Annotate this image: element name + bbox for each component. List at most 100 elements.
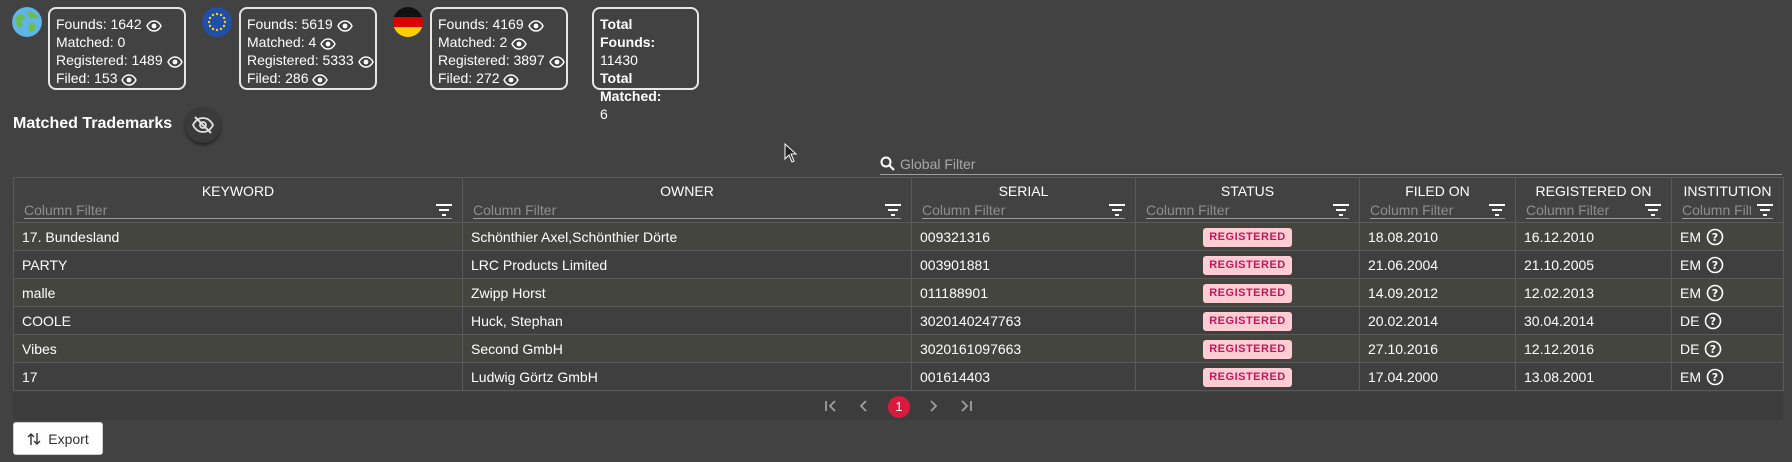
stat-card-de: Founds: 4169 Matched: 2 Registered: 3897… <box>430 7 568 90</box>
stat-card-world: Founds: 1642 Matched: 0 Registered: 1489… <box>48 7 186 90</box>
cell-serial-link[interactable]: 001614403 <box>911 362 1136 391</box>
filter-icon[interactable] <box>1333 203 1349 216</box>
stat-registered: Registered: 1489 <box>56 52 163 68</box>
mouse-cursor-icon <box>784 143 798 163</box>
cell-filed-on: 21.06.2004 <box>1359 250 1516 279</box>
global-filter <box>880 154 1782 175</box>
eye-icon[interactable] <box>312 72 329 86</box>
total-matched-label: Total Matched: <box>600 70 662 104</box>
table-row[interactable]: 17 Ludwig Görtz GmbH 001614403 REGISTERE… <box>13 362 1784 391</box>
trademarks-table: KEYWORD OWNER SERIAL STATUS FILED ON REG… <box>13 177 1784 391</box>
eye-icon[interactable] <box>548 54 565 68</box>
last-page-button[interactable] <box>959 399 973 415</box>
cell-registered-on: 30.04.2014 <box>1515 306 1672 335</box>
status-badge: REGISTERED <box>1203 339 1292 359</box>
eye-icon[interactable] <box>320 36 337 50</box>
cell-keyword: 17. Bundesland <box>13 222 463 251</box>
eye-icon[interactable] <box>121 72 138 86</box>
help-icon[interactable]: ? <box>1704 340 1722 358</box>
sort-arrows-icon <box>27 432 41 445</box>
cell-filed-on: 17.04.2000 <box>1359 362 1516 391</box>
help-icon[interactable]: ? <box>1706 368 1724 386</box>
filter-icon[interactable] <box>1645 203 1661 216</box>
eye-icon[interactable] <box>166 54 183 68</box>
svg-text:?: ? <box>1710 315 1716 328</box>
help-icon[interactable]: ? <box>1706 228 1724 246</box>
column-header-serial[interactable]: SERIAL <box>911 177 1136 223</box>
first-page-button[interactable] <box>824 399 838 415</box>
column-header-institution[interactable]: INSTITUTION <box>1671 177 1784 223</box>
table-row[interactable]: 17. Bundesland Schönthier Axel,Schönthie… <box>13 222 1784 251</box>
status-column-filter-input[interactable] <box>1146 201 1327 218</box>
eu-flag-icon <box>202 7 232 37</box>
export-label: Export <box>48 430 89 447</box>
cell-owner: Second GmbH <box>462 334 912 363</box>
column-header-status[interactable]: STATUS <box>1135 177 1360 223</box>
column-label: REGISTERED ON <box>1535 183 1652 199</box>
filter-icon[interactable] <box>436 203 452 216</box>
cell-filed-on: 20.02.2014 <box>1359 306 1516 335</box>
keyword-column-filter-input[interactable] <box>24 201 430 218</box>
cell-owner: Schönthier Axel,Schönthier Dörte <box>462 222 912 251</box>
cell-registered-on: 12.12.2016 <box>1515 334 1672 363</box>
eye-icon[interactable] <box>527 18 544 32</box>
eye-icon[interactable] <box>336 18 353 32</box>
global-filter-input[interactable] <box>880 156 1750 172</box>
chevron-right-icon <box>930 400 938 412</box>
help-icon[interactable]: ? <box>1706 256 1724 274</box>
cell-institution: EM <box>1680 368 1701 385</box>
eye-icon[interactable] <box>511 36 528 50</box>
cell-keyword: Vibes <box>13 334 463 363</box>
total-matched-value: 6 <box>600 106 608 122</box>
column-header-registered-on[interactable]: REGISTERED ON <box>1515 177 1672 223</box>
eye-icon[interactable] <box>357 54 374 68</box>
institution-column-filter-input[interactable] <box>1682 201 1751 218</box>
filter-icon[interactable] <box>1489 203 1505 216</box>
cell-keyword: malle <box>13 278 463 307</box>
cell-institution: EM <box>1680 256 1701 273</box>
stat-matched: Matched: 4 <box>247 34 317 50</box>
cell-serial-link[interactable]: 009321316 <box>911 222 1136 251</box>
filter-icon[interactable] <box>1109 203 1125 216</box>
cell-serial-link[interactable]: 3020140247763 <box>911 306 1136 335</box>
paginator: 1 <box>13 392 1783 420</box>
table-row[interactable]: malle Zwipp Horst 011188901 REGISTERED 1… <box>13 278 1784 307</box>
help-icon[interactable]: ? <box>1706 284 1724 302</box>
column-header-owner[interactable]: OWNER <box>462 177 912 223</box>
cell-registered-on: 13.08.2001 <box>1515 362 1672 391</box>
cell-filed-on: 18.08.2010 <box>1359 222 1516 251</box>
current-page-button[interactable]: 1 <box>888 396 910 418</box>
status-badge: REGISTERED <box>1203 255 1292 275</box>
column-header-keyword[interactable]: KEYWORD <box>13 177 463 223</box>
filed-on-column-filter-input[interactable] <box>1370 201 1483 218</box>
column-header-filed-on[interactable]: FILED ON <box>1359 177 1516 223</box>
eye-icon[interactable] <box>145 18 162 32</box>
next-page-button[interactable] <box>929 399 939 415</box>
cell-serial-link[interactable]: 011188901 <box>911 278 1136 307</box>
help-icon[interactable]: ? <box>1704 312 1722 330</box>
previous-page-button[interactable] <box>858 399 868 415</box>
owner-column-filter-input[interactable] <box>473 201 879 218</box>
eye-icon[interactable] <box>503 72 520 86</box>
table-row[interactable]: PARTY LRC Products Limited 003901881 REG… <box>13 250 1784 279</box>
total-founds-label: Total Founds: <box>600 16 656 50</box>
stat-filed: Filed: 286 <box>247 70 309 86</box>
cell-registered-on: 12.02.2013 <box>1515 278 1672 307</box>
filter-icon[interactable] <box>1757 203 1773 216</box>
stat-matched: Matched: 0 <box>56 34 126 50</box>
cell-serial-link[interactable]: 3020161097663 <box>911 334 1136 363</box>
serial-column-filter-input[interactable] <box>922 201 1103 218</box>
filter-icon[interactable] <box>885 203 901 216</box>
status-badge: REGISTERED <box>1203 227 1292 247</box>
export-button[interactable]: Export <box>13 422 103 455</box>
table-row[interactable]: Vibes Second GmbH 3020161097663 REGISTER… <box>13 334 1784 363</box>
search-icon <box>880 156 895 171</box>
table-row[interactable]: COOLE Huck, Stephan 3020140247763 REGIST… <box>13 306 1784 335</box>
cell-serial-link[interactable]: 003901881 <box>911 250 1136 279</box>
column-label: STATUS <box>1220 183 1275 199</box>
section-title: Matched Trademarks <box>13 115 173 132</box>
registered-on-column-filter-input[interactable] <box>1526 201 1639 218</box>
toggle-visibility-button[interactable] <box>185 107 221 143</box>
first-page-icon <box>825 400 836 412</box>
cell-owner: Huck, Stephan <box>462 306 912 335</box>
